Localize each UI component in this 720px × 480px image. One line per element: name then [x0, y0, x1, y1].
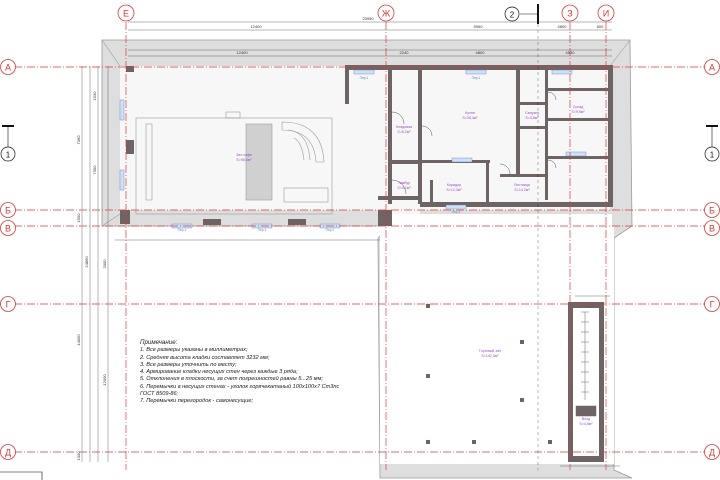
- dim-top-sub-2: 2240: [400, 50, 410, 55]
- dim-top-sub-3: 4800: [476, 50, 486, 55]
- notes-line: ГОСТ 8509-86;: [140, 391, 179, 398]
- dim-top-chain-4: 800: [597, 24, 604, 29]
- lintel-tag-4: Пер-1: [472, 76, 481, 80]
- axis-label-b-left: Б: [5, 206, 11, 216]
- dim-left-chain-4: 1300: [76, 451, 81, 461]
- notes-line: 2. Средняя высота кладки составляет 3232…: [140, 354, 270, 361]
- dim-top-sub-1: 12400: [236, 50, 248, 55]
- axis-label-g-right: Г: [710, 300, 715, 310]
- room-name-shop: Торговый зал: [479, 349, 501, 353]
- room-area-storage: S=6,2м²: [397, 130, 411, 134]
- axis-label-a-right: А: [709, 63, 715, 73]
- dim-left-sub-3: 2000: [102, 259, 107, 269]
- lintel-tag-3: Пер-1: [326, 228, 335, 232]
- axis-label-d-right: Д: [709, 448, 715, 458]
- notes-line: 5. Отклонения в плоскости, за счет погре…: [140, 376, 323, 383]
- room-name-cafe: Зал кафе: [236, 153, 252, 157]
- room-area-kitchen: S=28,4м²: [462, 116, 478, 120]
- notes-line: 3. Все размеры уточнить по месту;: [140, 361, 237, 368]
- axis-label-zh-top: Ж: [382, 9, 391, 19]
- lintel-tag-5: Пер-1: [452, 210, 461, 214]
- dim-top-sub-4: 4530: [566, 50, 576, 55]
- section-marker-left-label: 1: [6, 151, 11, 160]
- dim-left-overall: 24860: [84, 256, 89, 268]
- axis-label-i-top: И: [603, 9, 609, 19]
- room-area-vestibule: S=4,1м²: [397, 186, 411, 190]
- dim-left-chain-3: 14000: [76, 334, 81, 346]
- room-area-cafe: S=98,6м²: [236, 158, 252, 162]
- lintel-tag-6: Пер-1: [360, 76, 369, 80]
- section-marker-top-label: 2: [510, 11, 515, 20]
- room-name-wc: Санузел: [525, 111, 539, 115]
- axis-label-e-top: Е: [123, 9, 129, 19]
- section-marker-right-label: 1: [710, 151, 715, 160]
- dim-left-sub-1: 1530: [92, 91, 97, 101]
- dim-top-chain-3: 4800: [558, 24, 568, 29]
- axis-label-z-top: З: [567, 9, 572, 19]
- room-name-entry: Вход: [582, 417, 591, 421]
- notes-line: 7. Перемычки перегородок - самонесущие;: [140, 398, 253, 405]
- room-name-warehouse: Склад: [573, 105, 584, 109]
- dim-top-chain-1: 12400: [250, 24, 262, 29]
- notes-line: 6. Перемычки в несущих стенах - уголок г…: [140, 383, 340, 390]
- room-area-wc: S=3,8м²: [525, 116, 539, 120]
- dim-left-sub-2: 7300: [92, 165, 97, 175]
- dim-top-overall: 23950: [362, 16, 374, 21]
- room-area-shop: S=192,5м²: [481, 354, 499, 358]
- room-name-vestibule: Тамбур: [398, 181, 410, 185]
- axis-label-d-left: Д: [5, 448, 11, 458]
- axis-label-a-left: А: [5, 63, 11, 73]
- notes-title: Примечание:: [140, 339, 178, 346]
- dim-left-chain-1: 7060: [76, 135, 81, 145]
- title-block-corner: [0, 471, 43, 480]
- notes-block: Примечание: 1. Все размеры указаны в мил…: [140, 339, 370, 406]
- room-name-storage: Кладовая: [396, 125, 412, 129]
- dim-top-chain-2: 5950: [474, 24, 484, 29]
- axis-label-b-right: Б: [709, 206, 715, 216]
- room-area-warehouse: S=9,5м²: [571, 110, 585, 114]
- axis-label-g-left: Г: [6, 300, 11, 310]
- dim-left-chain-2: 1900: [76, 213, 81, 223]
- axis-label-v-left: В: [5, 224, 11, 234]
- notes-line: 1. Все размеры указаны в миллиметрах;: [140, 347, 248, 354]
- room-area-corridor: S=12,3м²: [446, 188, 462, 192]
- room-name-kitchen: Кухня: [465, 111, 475, 115]
- room-name-corridor: Коридор: [447, 183, 461, 187]
- room-name-stair: Лестница: [514, 183, 530, 187]
- room-area-entry: S=4,8м²: [579, 422, 593, 426]
- dim-left-sub-4: 12000: [102, 374, 107, 386]
- axis-label-v-right: В: [709, 224, 715, 234]
- floor-plan-drawing: 1 1 2 Е Ж З И А А Б Б В В Г Г Д Д 23950 …: [0, 4, 720, 480]
- room-area-stair: S=14,2м²: [514, 188, 530, 192]
- lintel-tag-1: Пер-1: [178, 228, 187, 232]
- lintel-tag-2: Пер-1: [258, 228, 267, 232]
